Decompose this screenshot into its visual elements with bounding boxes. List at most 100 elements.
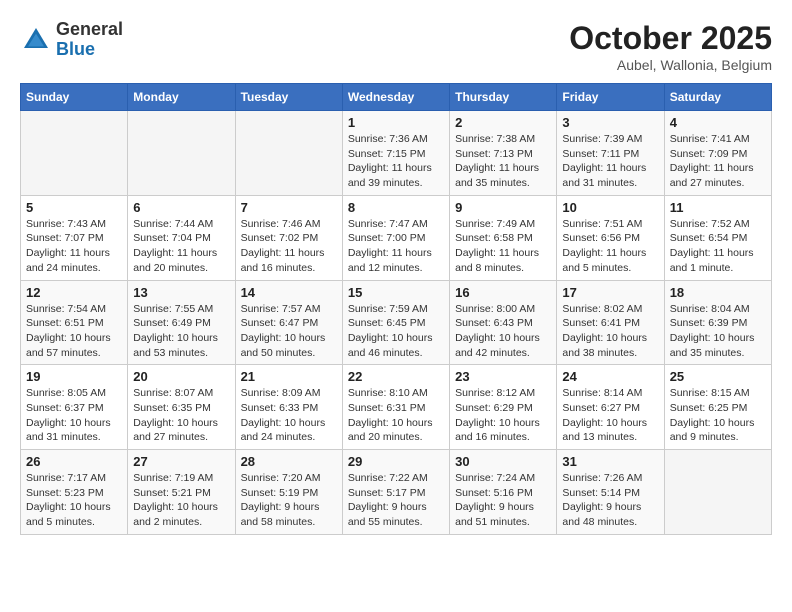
day-info: Sunrise: 8:14 AMSunset: 6:27 PMDaylight:… (562, 386, 658, 445)
calendar-cell: 25 Sunrise: 8:15 AMSunset: 6:25 PMDayligh… (664, 365, 771, 450)
calendar-body: 1 Sunrise: 7:36 AMSunset: 7:15 PMDaylight… (21, 111, 772, 535)
day-info: Sunrise: 8:02 AMSunset: 6:41 PMDaylight:… (562, 302, 658, 361)
day-number: 31 (562, 454, 658, 469)
day-number: 15 (348, 285, 444, 300)
weekday-header-saturday: Saturday (664, 84, 771, 111)
day-info: Sunrise: 7:47 AMSunset: 7:00 PMDaylight:… (348, 217, 444, 276)
logo: General Blue (20, 20, 123, 60)
day-info: Sunrise: 7:19 AMSunset: 5:21 PMDaylight:… (133, 471, 229, 530)
day-number: 22 (348, 369, 444, 384)
calendar-cell: 13 Sunrise: 7:55 AMSunset: 6:49 PMDayligh… (128, 280, 235, 365)
day-number: 19 (26, 369, 122, 384)
calendar-cell (235, 111, 342, 196)
day-number: 2 (455, 115, 551, 130)
weekday-header-monday: Monday (128, 84, 235, 111)
day-number: 25 (670, 369, 766, 384)
day-info: Sunrise: 7:52 AMSunset: 6:54 PMDaylight:… (670, 217, 766, 276)
title-block: October 2025 Aubel, Wallonia, Belgium (569, 20, 772, 73)
calendar-cell: 17Sunrise: 8:02 AMSunset: 6:41 PMDayligh… (557, 280, 664, 365)
weekday-header-friday: Friday (557, 84, 664, 111)
day-number: 13 (133, 285, 229, 300)
day-info: Sunrise: 8:09 AMSunset: 6:33 PMDaylight:… (241, 386, 337, 445)
weekday-header-thursday: Thursday (450, 84, 557, 111)
day-number: 28 (241, 454, 337, 469)
day-number: 7 (241, 200, 337, 215)
weekday-header-tuesday: Tuesday (235, 84, 342, 111)
calendar-cell: 19Sunrise: 8:05 AMSunset: 6:37 PMDayligh… (21, 365, 128, 450)
location-subtitle: Aubel, Wallonia, Belgium (569, 57, 772, 73)
day-number: 8 (348, 200, 444, 215)
day-info: Sunrise: 8:07 AMSunset: 6:35 PMDaylight:… (133, 386, 229, 445)
calendar-cell: 29 Sunrise: 7:22 AMSunset: 5:17 PMDayligh… (342, 450, 449, 535)
calendar-cell: 1 Sunrise: 7:36 AMSunset: 7:15 PMDaylight… (342, 111, 449, 196)
day-number: 6 (133, 200, 229, 215)
day-number: 20 (133, 369, 229, 384)
day-number: 24 (562, 369, 658, 384)
weekday-header-wednesday: Wednesday (342, 84, 449, 111)
day-info: Sunrise: 7:49 AMSunset: 6:58 PMDaylight:… (455, 217, 551, 276)
day-number: 26 (26, 454, 122, 469)
day-info: Sunrise: 7:46 AMSunset: 7:02 PMDaylight:… (241, 217, 337, 276)
calendar-cell: 14Sunrise: 7:57 AMSunset: 6:47 PMDayligh… (235, 280, 342, 365)
calendar-table: SundayMondayTuesdayWednesdayThursdayFrid… (20, 83, 772, 535)
calendar-cell: 20 Sunrise: 8:07 AMSunset: 6:35 PMDayligh… (128, 365, 235, 450)
calendar-cell: 11Sunrise: 7:52 AMSunset: 6:54 PMDayligh… (664, 195, 771, 280)
day-info: Sunrise: 7:44 AMSunset: 7:04 PMDaylight:… (133, 217, 229, 276)
calendar-week-4: 19Sunrise: 8:05 AMSunset: 6:37 PMDayligh… (21, 365, 772, 450)
calendar-cell: 21Sunrise: 8:09 AMSunset: 6:33 PMDayligh… (235, 365, 342, 450)
day-info: Sunrise: 8:10 AMSunset: 6:31 PMDaylight:… (348, 386, 444, 445)
day-info: Sunrise: 7:43 AMSunset: 7:07 PMDaylight:… (26, 217, 122, 276)
weekday-header-sunday: Sunday (21, 84, 128, 111)
day-number: 18 (670, 285, 766, 300)
day-number: 29 (348, 454, 444, 469)
day-info: Sunrise: 7:54 AMSunset: 6:51 PMDaylight:… (26, 302, 122, 361)
calendar-cell: 9 Sunrise: 7:49 AMSunset: 6:58 PMDaylight… (450, 195, 557, 280)
day-number: 10 (562, 200, 658, 215)
month-title: October 2025 (569, 20, 772, 57)
day-number: 12 (26, 285, 122, 300)
calendar-cell: 24 Sunrise: 8:14 AMSunset: 6:27 PMDayligh… (557, 365, 664, 450)
calendar-cell: 12 Sunrise: 7:54 AMSunset: 6:51 PMDayligh… (21, 280, 128, 365)
calendar-cell: 4Sunrise: 7:41 AMSunset: 7:09 PMDaylight… (664, 111, 771, 196)
day-info: Sunrise: 7:24 AMSunset: 5:16 PMDaylight:… (455, 471, 551, 530)
page-header: General Blue October 2025 Aubel, Walloni… (20, 20, 772, 73)
day-number: 30 (455, 454, 551, 469)
calendar-cell: 10 Sunrise: 7:51 AMSunset: 6:56 PMDayligh… (557, 195, 664, 280)
calendar-cell: 30 Sunrise: 7:24 AMSunset: 5:16 PMDayligh… (450, 450, 557, 535)
day-info: Sunrise: 7:26 AMSunset: 5:14 PMDaylight:… (562, 471, 658, 530)
calendar-cell: 5Sunrise: 7:43 AMSunset: 7:07 PMDaylight… (21, 195, 128, 280)
calendar-week-3: 12 Sunrise: 7:54 AMSunset: 6:51 PMDayligh… (21, 280, 772, 365)
calendar-week-1: 1 Sunrise: 7:36 AMSunset: 7:15 PMDaylight… (21, 111, 772, 196)
calendar-cell (21, 111, 128, 196)
calendar-cell: 28Sunrise: 7:20 AMSunset: 5:19 PMDayligh… (235, 450, 342, 535)
day-info: Sunrise: 8:00 AMSunset: 6:43 PMDaylight:… (455, 302, 551, 361)
day-info: Sunrise: 7:55 AMSunset: 6:49 PMDaylight:… (133, 302, 229, 361)
day-number: 16 (455, 285, 551, 300)
day-number: 9 (455, 200, 551, 215)
calendar-cell: 22 Sunrise: 8:10 AMSunset: 6:31 PMDayligh… (342, 365, 449, 450)
day-number: 1 (348, 115, 444, 130)
calendar-cell: 8 Sunrise: 7:47 AMSunset: 7:00 PMDaylight… (342, 195, 449, 280)
calendar-cell: 6 Sunrise: 7:44 AMSunset: 7:04 PMDaylight… (128, 195, 235, 280)
calendar-cell: 23Sunrise: 8:12 AMSunset: 6:29 PMDayligh… (450, 365, 557, 450)
day-info: Sunrise: 8:15 AMSunset: 6:25 PMDaylight:… (670, 386, 766, 445)
day-info: Sunrise: 7:57 AMSunset: 6:47 PMDaylight:… (241, 302, 337, 361)
calendar-week-5: 26Sunrise: 7:17 AMSunset: 5:23 PMDayligh… (21, 450, 772, 535)
calendar-cell (128, 111, 235, 196)
calendar-cell: 7 Sunrise: 7:46 AMSunset: 7:02 PMDaylight… (235, 195, 342, 280)
day-number: 3 (562, 115, 658, 130)
day-info: Sunrise: 7:39 AMSunset: 7:11 PMDaylight:… (562, 132, 658, 191)
day-info: Sunrise: 7:38 AMSunset: 7:13 PMDaylight:… (455, 132, 551, 191)
calendar-cell: 31 Sunrise: 7:26 AMSunset: 5:14 PMDayligh… (557, 450, 664, 535)
day-number: 23 (455, 369, 551, 384)
calendar-cell: 2 Sunrise: 7:38 AMSunset: 7:13 PMDaylight… (450, 111, 557, 196)
day-info: Sunrise: 7:51 AMSunset: 6:56 PMDaylight:… (562, 217, 658, 276)
logo-text: General Blue (56, 20, 123, 60)
day-info: Sunrise: 7:22 AMSunset: 5:17 PMDaylight:… (348, 471, 444, 530)
logo-icon (20, 24, 52, 56)
day-info: Sunrise: 7:36 AMSunset: 7:15 PMDaylight:… (348, 132, 444, 191)
day-info: Sunrise: 7:41 AMSunset: 7:09 PMDaylight:… (670, 132, 766, 191)
day-info: Sunrise: 8:04 AMSunset: 6:39 PMDaylight:… (670, 302, 766, 361)
calendar-cell: 15Sunrise: 7:59 AMSunset: 6:45 PMDayligh… (342, 280, 449, 365)
calendar-cell: 16 Sunrise: 8:00 AMSunset: 6:43 PMDayligh… (450, 280, 557, 365)
